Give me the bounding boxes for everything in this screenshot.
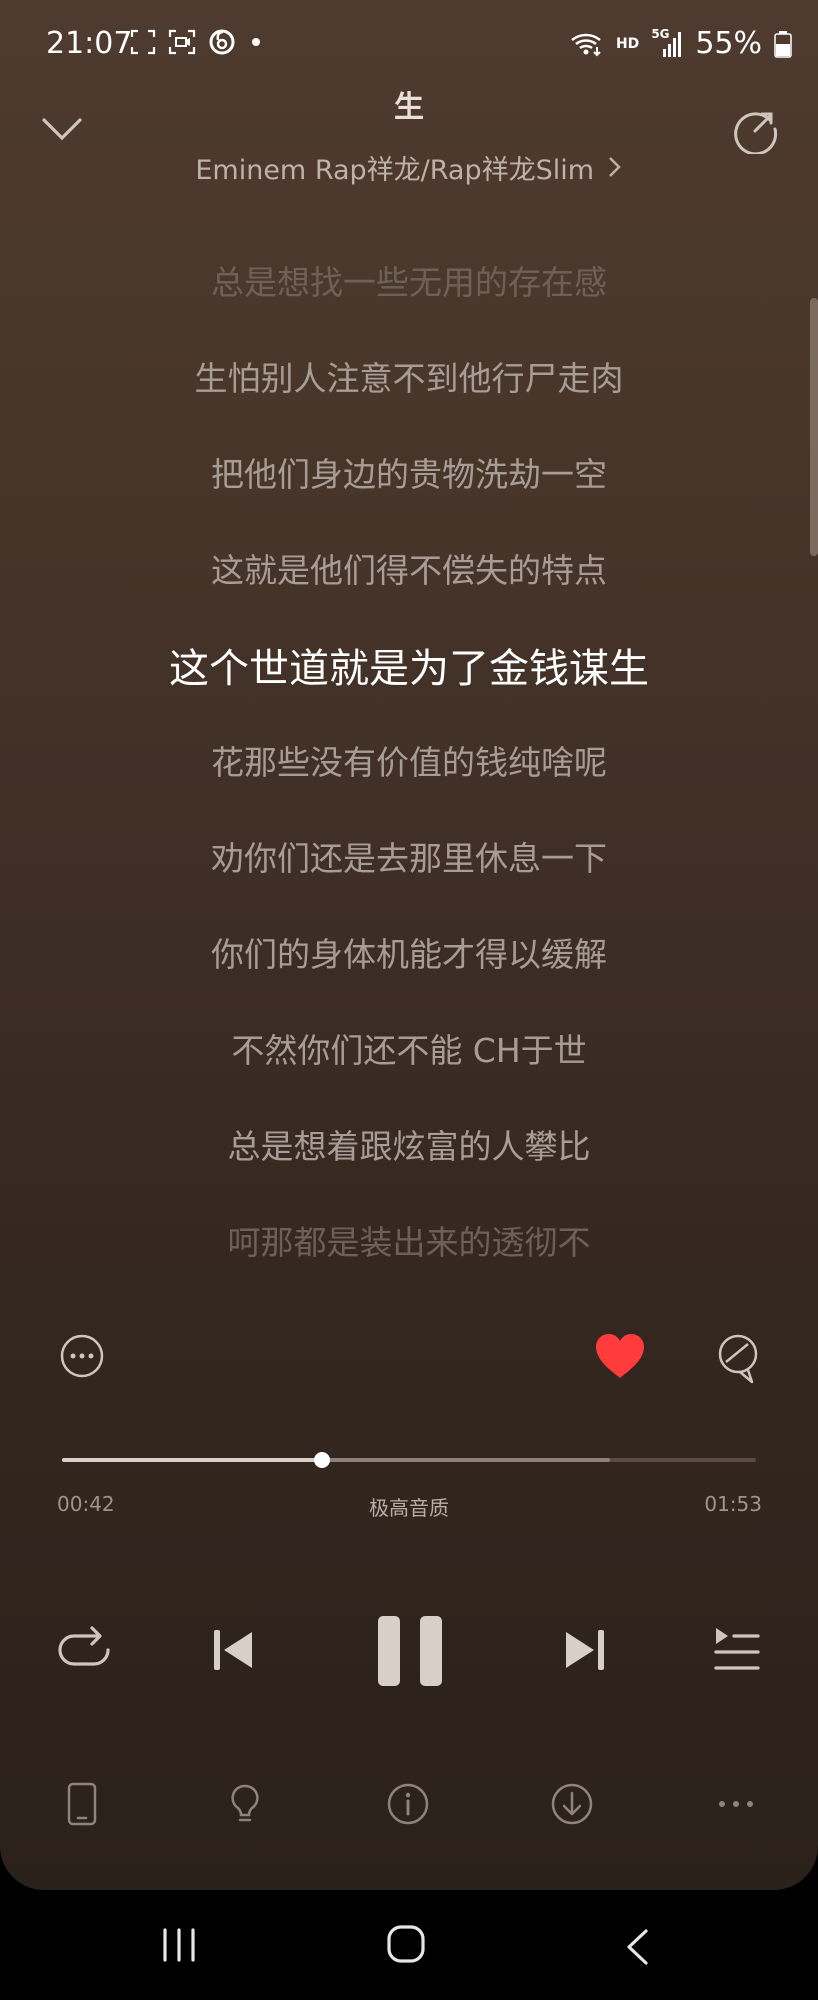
status-time: 21:07 [46, 26, 133, 61]
repeat-icon[interactable] [56, 1624, 112, 1676]
chevron-right-icon [608, 157, 621, 177]
network-hd-label: HD [615, 35, 640, 52]
screenshot-frame-icon [130, 29, 156, 55]
lyric-line[interactable]: 生怕别人注意不到他行尸走肉 [0, 352, 818, 400]
progress-track[interactable] [62, 1458, 756, 1462]
status-left-icons [130, 28, 264, 56]
lyric-line[interactable]: 这就是他们得不偿失的特点 [0, 544, 818, 592]
notification-dot-icon [252, 38, 260, 46]
navigation-bar [0, 1890, 818, 2000]
artist-link[interactable]: Eminem Rap祥龙/Rap祥龙Slim [0, 148, 818, 187]
playlist-icon[interactable] [712, 1624, 760, 1672]
artist-name: Eminem Rap祥龙/Rap祥龙Slim [195, 155, 595, 186]
heart-icon[interactable] [594, 1332, 646, 1380]
download-icon[interactable] [550, 1782, 594, 1826]
previous-icon[interactable] [212, 1628, 256, 1672]
lyric-line[interactable]: 总是想找一些无用的存在感 [0, 256, 818, 304]
signal-icon [663, 31, 682, 57]
lightbulb-icon[interactable] [223, 1782, 267, 1826]
lyric-line[interactable]: 不然你们还不能 CH于世 [0, 1024, 818, 1072]
lyric-line[interactable]: 你们的身体机能才得以缓解 [0, 928, 818, 976]
phone-icon[interactable] [60, 1782, 104, 1826]
played-bar [62, 1458, 323, 1462]
next-icon[interactable] [562, 1628, 606, 1672]
recent-apps-icon[interactable] [160, 1928, 198, 1962]
signal-block: 5G [651, 27, 683, 59]
status-bar: 21:07 HD 5G 55% [0, 0, 818, 90]
song-title: 生 [394, 90, 424, 125]
total-time: 01:53 [704, 1492, 762, 1516]
back-icon[interactable] [624, 1928, 650, 1966]
more-options-icon[interactable] [60, 1334, 104, 1378]
current-lyric-line[interactable]: 这个世道就是为了金钱谋生 [0, 636, 818, 694]
status-right: HD 5G 55% [570, 26, 792, 61]
share-icon[interactable] [730, 104, 780, 154]
more-dots-icon[interactable] [714, 1782, 758, 1826]
lyric-line[interactable]: 劝你们还是去那里休息一下 [0, 832, 818, 880]
info-icon[interactable] [386, 1782, 430, 1826]
lyric-line[interactable]: 把他们身边的贵物洗劫一空 [0, 448, 818, 496]
battery-icon [774, 30, 792, 58]
audio-quality-button[interactable]: 极高音质 [0, 1492, 818, 1521]
progress-thumb[interactable] [314, 1452, 331, 1468]
music-app-icon [209, 29, 235, 55]
comment-icon[interactable] [714, 1332, 764, 1384]
pause-icon[interactable] [376, 1614, 444, 1688]
lyric-line[interactable]: 花那些没有价值的钱纯啥呢 [0, 736, 818, 784]
screen-record-icon [168, 29, 196, 55]
lyric-line[interactable]: 总是想着跟炫富的人攀比 [0, 1120, 818, 1168]
home-icon[interactable] [386, 1924, 426, 1964]
lyrics-scrollbar[interactable] [810, 298, 818, 556]
lyric-line[interactable]: 呵那都是装出来的透彻不 [0, 1216, 818, 1264]
wifi-icon [571, 33, 601, 56]
player-screen: 21:07 HD 5G 55% 生 Eminem Rap祥龙/Rap祥龙Slim… [0, 0, 818, 1890]
battery-percent: 55% [695, 26, 762, 61]
